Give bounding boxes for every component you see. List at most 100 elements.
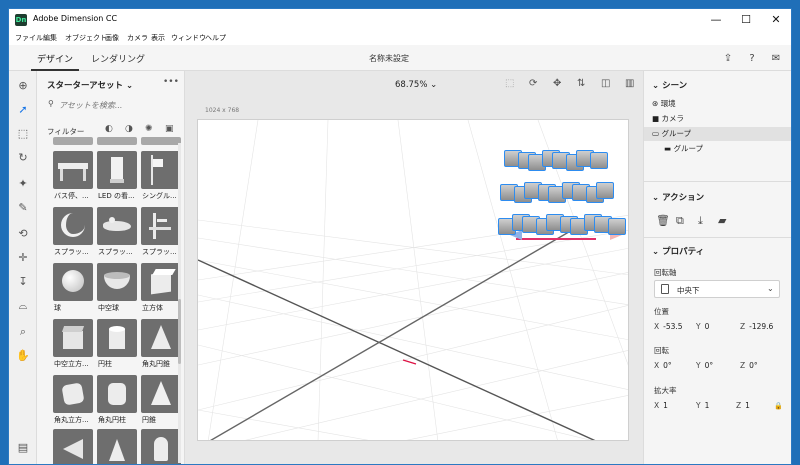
menu-object[interactable]: オブジェクト	[65, 33, 107, 43]
pan-camera-icon[interactable]: ✛	[14, 249, 32, 267]
pivot-select[interactable]: 中央下 ⌄	[654, 280, 780, 298]
menu-camera[interactable]: カメラ	[127, 33, 148, 43]
feedback-icon[interactable]: ✉	[769, 52, 783, 66]
scale-z-field[interactable]: Z1	[736, 401, 750, 410]
group-folder-icon[interactable]: ▰	[718, 214, 726, 227]
asset-splash-2[interactable]: スプラッ...	[97, 207, 137, 259]
asset-hollow-sphere[interactable]: 中空球	[97, 263, 137, 315]
menu-edit[interactable]: 編集	[43, 33, 57, 43]
close-button[interactable]: ✕	[761, 9, 791, 31]
render-preview-icon[interactable]: ▥	[625, 78, 634, 89]
position-label: 位置	[654, 307, 669, 316]
search-input[interactable]	[59, 97, 175, 113]
asset-thumb	[141, 137, 181, 145]
asset-rounded-cube[interactable]: 角丸立方...	[53, 375, 93, 427]
scene-section-title[interactable]: ⌄ シーン	[652, 79, 687, 91]
asset-cube[interactable]: 立方体	[141, 263, 181, 315]
menu-file[interactable]: ファイル	[15, 33, 43, 43]
scene-item-environment[interactable]: ⊛ 環境	[652, 97, 790, 111]
asset-rounded-cone[interactable]: 角丸円錐	[141, 319, 181, 371]
rotation-y-value: 0°	[704, 361, 714, 370]
scene-item-camera[interactable]: ■ カメラ	[652, 112, 790, 126]
asset-thumb	[97, 429, 137, 464]
panel-toggle-icon[interactable]: ▤	[14, 439, 32, 457]
scale-x-field[interactable]: X1	[654, 401, 668, 410]
add-icon[interactable]: ⊕	[14, 77, 32, 95]
rotation-y-field[interactable]: Y 0°	[696, 361, 713, 370]
asset-rounded-cylinder[interactable]: 角丸円柱	[97, 375, 137, 427]
menu-help[interactable]: ヘルプ	[205, 33, 226, 43]
actions-section-title[interactable]: ⌄ アクション	[652, 191, 704, 203]
asset-thumb	[53, 263, 93, 301]
3d-canvas[interactable]	[197, 119, 629, 441]
camera-bookmark-icon[interactable]: ◫	[601, 78, 610, 89]
more-options-icon[interactable]: •••	[163, 77, 179, 87]
cube-object[interactable]	[596, 182, 614, 199]
assets-title-label: スターターアセット	[47, 81, 123, 91]
maximize-button[interactable]: ☐	[731, 9, 761, 31]
drop-to-ground-icon[interactable]: ⤓	[698, 214, 703, 228]
help-icon[interactable]: ?	[745, 52, 759, 66]
asset-splash-1[interactable]: スプラッ...	[53, 207, 93, 259]
asset-hollow-cube[interactable]: 中空立方...	[53, 319, 93, 371]
position-z-field[interactable]: Z -129.6	[740, 322, 773, 331]
chevron-down-icon: ⌄	[652, 247, 660, 257]
tab-render[interactable]: レンダリング	[91, 52, 145, 65]
asset-cylinder[interactable]: 円柱	[97, 319, 137, 371]
zoom-tool-icon[interactable]: ⌕	[14, 323, 32, 341]
material-filter-icon[interactable]: ◑	[125, 124, 133, 134]
lock-proportions-icon[interactable]: 🔒	[774, 402, 783, 410]
magic-wand-icon[interactable]: ✦	[14, 175, 32, 193]
menu-view[interactable]: 表示	[151, 33, 165, 43]
rotation-z-field[interactable]: Z 0°	[740, 361, 758, 370]
asset-tile[interactable]	[97, 429, 137, 464]
asset-splash-3[interactable]: スプラッ...	[141, 207, 181, 259]
delete-icon[interactable]: 🗑	[656, 214, 670, 227]
asset-thumb	[97, 375, 137, 413]
camera-pan-icon[interactable]: ✥	[553, 78, 561, 89]
asset-tile[interactable]	[53, 429, 93, 464]
camera-dolly-icon[interactable]: ⇅	[577, 78, 585, 89]
eyedropper-icon[interactable]: ✎	[14, 199, 32, 217]
cube-object[interactable]	[608, 218, 626, 235]
menu-image[interactable]: 画像	[105, 33, 119, 43]
properties-section-title[interactable]: ⌄ プロパティ	[652, 245, 704, 257]
scene-item-subgroup[interactable]: ▬ グループ	[664, 142, 791, 156]
select-tool-icon[interactable]: ➚	[14, 101, 32, 119]
asset-cone[interactable]: 円錐	[141, 375, 181, 427]
assets-title[interactable]: スターターアセット ⌄	[47, 79, 133, 91]
share-icon[interactable]: ⇪	[721, 52, 735, 66]
assets-scrollbar[interactable]	[178, 299, 181, 364]
tab-design[interactable]: デザイン	[37, 52, 73, 65]
minimize-button[interactable]: —	[701, 9, 731, 31]
orbit-camera-icon[interactable]: ⟲	[14, 225, 32, 243]
rotation-x-field[interactable]: X 0°	[654, 361, 672, 370]
filter-label: フィルター	[47, 127, 85, 136]
light-filter-icon[interactable]: ✺	[145, 124, 153, 134]
hand-tool-icon[interactable]: ✋	[14, 347, 32, 365]
position-x-field[interactable]: X -53.5	[654, 322, 683, 331]
asset-single-sign[interactable]: シングル...	[141, 151, 181, 203]
pivot-label: 回転軸	[654, 268, 677, 277]
position-y-field[interactable]: Y0	[696, 322, 709, 331]
frame-icon[interactable]: ⬚	[505, 78, 514, 89]
model-filter-icon[interactable]: ◐	[105, 124, 113, 134]
cube-object[interactable]	[590, 152, 608, 169]
image-filter-icon[interactable]: ▣	[165, 124, 174, 134]
dolly-camera-icon[interactable]: ↧	[14, 273, 32, 291]
horizon-tool-icon[interactable]: ⌓	[14, 297, 32, 315]
asset-led-sign[interactable]: LED の看...	[97, 151, 137, 203]
move-gizmo-x[interactable]	[516, 238, 596, 240]
asset-tile[interactable]	[141, 429, 181, 464]
duplicate-icon[interactable]: ⧉	[676, 214, 684, 228]
menu-window[interactable]: ウィンドウ	[171, 33, 206, 43]
asset-bus-stop[interactable]: バス停、...	[53, 151, 93, 203]
title-bar[interactable]: Dn Adobe Dimension CC — ☐ ✕	[9, 9, 791, 31]
asset-sphere[interactable]: 球	[53, 263, 93, 315]
transform-tool-icon[interactable]: ⬚	[14, 125, 32, 143]
zoom-level[interactable]: 68.75% ⌄	[395, 80, 437, 90]
rotate-tool-icon[interactable]: ↻	[14, 149, 32, 167]
camera-orbit-icon[interactable]: ⟳	[529, 78, 537, 89]
scale-y-field[interactable]: Y1	[696, 401, 709, 410]
scene-item-group[interactable]: ▭ グループ	[644, 127, 791, 141]
